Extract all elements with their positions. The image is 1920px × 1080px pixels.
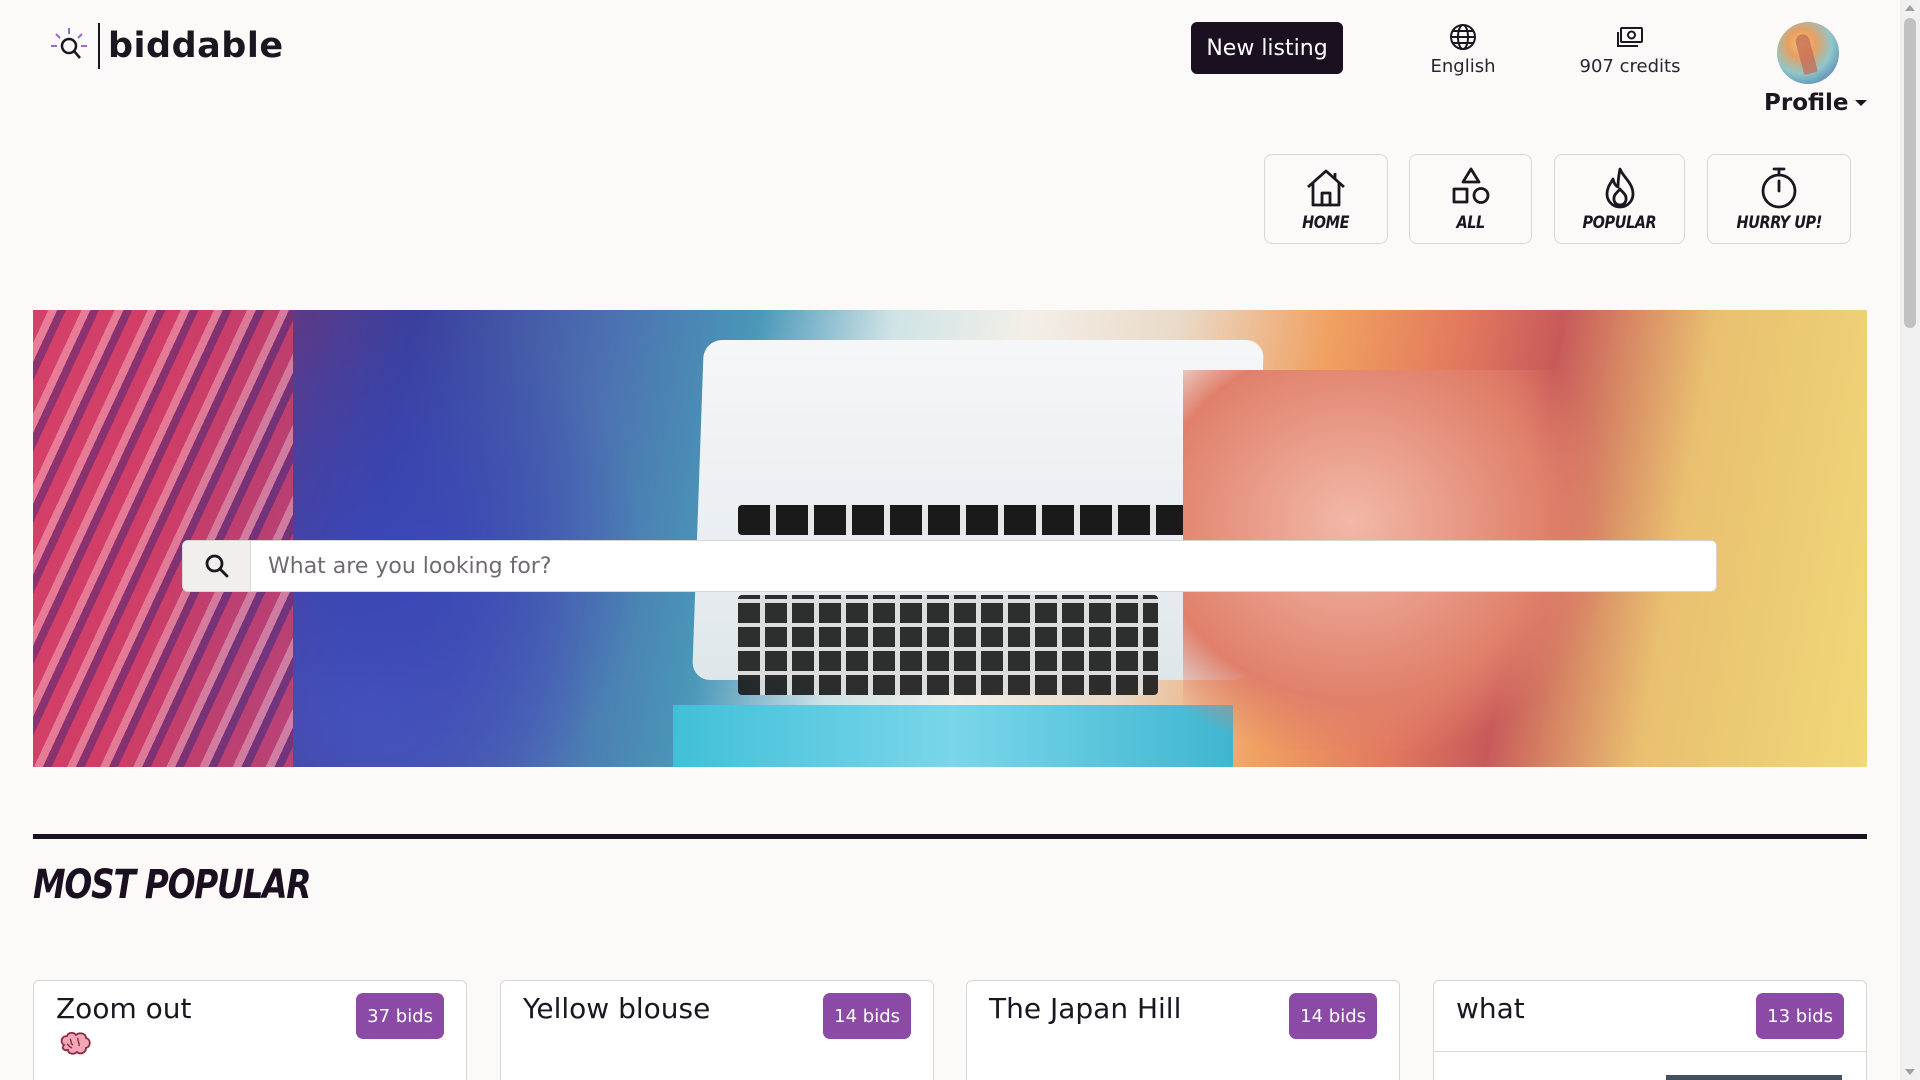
- shapes-icon: [1452, 167, 1489, 204]
- nav-popular[interactable]: Popular: [1554, 154, 1685, 244]
- listing-card[interactable]: Yellow blouse 14 bids: [500, 980, 934, 1080]
- new-listing-button[interactable]: New listing: [1191, 22, 1343, 74]
- stopwatch-icon: [1761, 167, 1797, 209]
- profile-label: Profile: [1764, 90, 1849, 116]
- avatar[interactable]: [1777, 22, 1839, 84]
- language-label: English: [1430, 56, 1496, 77]
- section-title: Most popular: [33, 862, 312, 908]
- search-input[interactable]: [251, 541, 1716, 591]
- hero-art-keyboard: [738, 595, 1158, 695]
- brand-name: biddable: [108, 26, 284, 66]
- language-selector[interactable]: English: [1425, 22, 1501, 77]
- hero-art-keys: [738, 505, 1218, 535]
- search-button[interactable]: [183, 541, 251, 591]
- bid-count-badge: 14 bids: [823, 993, 911, 1039]
- credits-link[interactable]: 907 credits: [1572, 22, 1688, 77]
- brand-logo[interactable]: biddable: [48, 22, 284, 70]
- listing-thumbnail: [1666, 1075, 1842, 1080]
- nav-popular-label: Popular: [1582, 213, 1657, 233]
- listing-card[interactable]: what 13 bids: [1433, 980, 1867, 1080]
- money-icon: [1617, 27, 1643, 47]
- credits-label: 907 credits: [1579, 56, 1681, 77]
- nav-all-label: All: [1456, 213, 1485, 233]
- hero-art-stripes: [33, 310, 293, 767]
- brand-divider: [98, 23, 100, 69]
- nav-home-label: Home: [1302, 213, 1350, 233]
- listing-card[interactable]: Zoom out 37 bids: [33, 980, 467, 1080]
- caret-down-icon: [1854, 100, 1867, 106]
- scroll-down-icon[interactable]: [1905, 1069, 1915, 1075]
- scrollbar-thumb[interactable]: [1904, 18, 1916, 328]
- bid-count-badge: 37 bids: [356, 993, 444, 1039]
- nav-hurry-up-label: Hurry up!: [1736, 213, 1822, 233]
- flame-icon: [1605, 167, 1634, 209]
- brain-icon: [60, 1031, 91, 1055]
- listing-title: Yellow blouse: [523, 992, 711, 1025]
- scroll-up-icon[interactable]: [1905, 5, 1915, 11]
- nav-all[interactable]: All: [1409, 154, 1532, 244]
- hero-banner: [33, 310, 1867, 767]
- search-icon: [205, 554, 228, 578]
- bid-count-badge: 14 bids: [1289, 993, 1377, 1039]
- globe-icon: [1450, 24, 1476, 50]
- profile-dropdown[interactable]: Profile: [1764, 90, 1867, 116]
- listing-title: The Japan Hill: [989, 992, 1182, 1025]
- listing-title: what: [1456, 992, 1525, 1025]
- search-bar: [182, 540, 1717, 592]
- page-scrollbar[interactable]: [1900, 0, 1920, 1080]
- section-divider: [33, 834, 1867, 839]
- nav-hurry-up[interactable]: Hurry up!: [1707, 154, 1851, 244]
- card-divider: [1434, 1051, 1866, 1052]
- lightbulb-logo-icon: [51, 28, 87, 59]
- home-icon: [1307, 169, 1345, 207]
- nav-home[interactable]: Home: [1264, 154, 1388, 244]
- listing-card[interactable]: The Japan Hill 14 bids: [966, 980, 1400, 1080]
- hero-art-base: [673, 705, 1233, 767]
- listing-title: Zoom out: [56, 992, 192, 1025]
- bid-count-badge: 13 bids: [1756, 993, 1844, 1039]
